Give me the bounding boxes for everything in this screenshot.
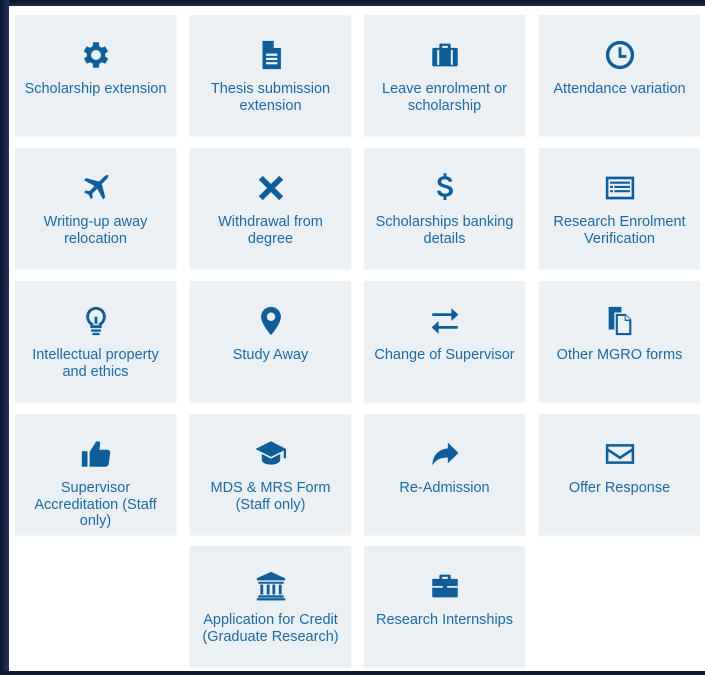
tile-writing-up-away[interactable]: Writing-up away relocation — [15, 148, 176, 269]
tile-label: Change of Supervisor — [374, 347, 515, 363]
tile-study-away[interactable]: Study Away — [190, 281, 351, 402]
graduation-cap-icon — [251, 434, 291, 474]
tile-label: Leave enrolment or scholarship — [382, 81, 507, 114]
tile-attendance-variation[interactable]: Attendance variation — [539, 15, 700, 136]
tile-label: Study Away — [232, 347, 309, 363]
tile-label: MDS & MRS Form (Staff only) — [210, 480, 331, 513]
tile-change-of-supervisor[interactable]: Change of Supervisor — [364, 281, 525, 402]
tile-research-internships[interactable]: Research Internships — [364, 546, 525, 667]
thumbs-up-icon — [76, 434, 116, 474]
clock-icon — [600, 35, 640, 75]
list-card-icon — [600, 168, 640, 208]
map-pin-icon — [251, 301, 291, 341]
tile-withdrawal[interactable]: Withdrawal from degree — [190, 148, 351, 269]
tile-thesis-submission-extension[interactable]: Thesis submission extension — [190, 15, 351, 136]
tile-application-for-credit[interactable]: Application for Credit (Graduate Researc… — [190, 546, 351, 667]
institution-icon — [251, 566, 291, 606]
gear-icon — [76, 35, 116, 75]
tile-other-mgro-forms[interactable]: Other MGRO forms — [539, 281, 700, 402]
tile-intellectual-property[interactable]: Intellectual property and ethics — [15, 281, 176, 402]
swap-arrows-icon — [425, 301, 465, 341]
forms-grid: Scholarship extension Thesis submission … — [15, 15, 705, 675]
tile-label: Application for Credit (Graduate Researc… — [202, 612, 339, 645]
tile-leave-enrolment[interactable]: Leave enrolment or scholarship — [364, 15, 525, 136]
close-icon — [251, 168, 291, 208]
tile-label: Intellectual property and ethics — [32, 347, 159, 380]
tile-mds-mrs-form[interactable]: MDS & MRS Form (Staff only) — [190, 414, 351, 535]
copy-documents-icon — [600, 301, 640, 341]
tile-label: Thesis submission extension — [210, 81, 331, 114]
briefcase-icon — [425, 35, 465, 75]
toolbox-icon — [425, 566, 465, 606]
tile-label: Writing-up away relocation — [43, 214, 148, 247]
share-arrow-icon — [425, 434, 465, 474]
tile-scholarship-extension[interactable]: Scholarship extension — [15, 15, 176, 136]
tile-label: Research Internships — [375, 612, 513, 628]
dollar-icon — [425, 168, 465, 208]
document-icon — [251, 35, 291, 75]
tile-label: Re-Admission — [399, 480, 490, 496]
tile-label: Offer Response — [568, 480, 671, 496]
envelope-icon — [600, 434, 640, 474]
forms-panel: Scholarship extension Thesis submission … — [9, 6, 705, 671]
tile-label: Research Enrolment Verification — [553, 214, 686, 247]
window-frame-left — [0, 0, 9, 671]
tile-label: Withdrawal from degree — [218, 214, 323, 247]
lightbulb-icon — [76, 301, 116, 341]
tile-re-admission[interactable]: Re-Admission — [364, 414, 525, 535]
tile-supervisor-accreditation[interactable]: Supervisor Accreditation (Staff only) — [15, 414, 176, 535]
tile-research-enrolment-verification[interactable]: Research Enrolment Verification — [539, 148, 700, 269]
tile-scholarships-banking[interactable]: Scholarships banking details — [364, 148, 525, 269]
airplane-icon — [76, 168, 116, 208]
tile-label: Other MGRO forms — [556, 347, 683, 363]
tile-label: Attendance variation — [553, 81, 686, 97]
tile-label: Supervisor Accreditation (Staff only) — [34, 480, 157, 529]
tile-label: Scholarship extension — [24, 81, 167, 97]
tile-label: Scholarships banking details — [375, 214, 514, 247]
tile-offer-response[interactable]: Offer Response — [539, 414, 700, 535]
